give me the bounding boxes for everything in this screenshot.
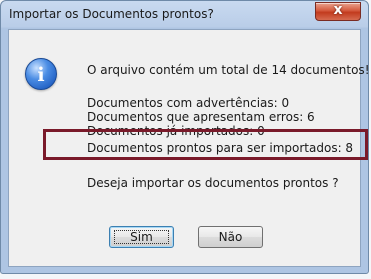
information-icon: i [25, 58, 57, 90]
yes-button-label: Sim [130, 230, 153, 244]
warnings-line: Documentos com advertências: 0 [87, 96, 290, 110]
information-glyph: i [37, 64, 45, 86]
question-text: Deseja importar os documentos prontos ? [87, 176, 339, 190]
window-title: Importar os Documentos prontos? [9, 7, 214, 21]
close-button[interactable]: x [315, 2, 361, 21]
title-bar[interactable]: Importar os Documentos prontos? x [1, 1, 368, 29]
errors-line: Documentos que apresentam erros: 6 [87, 110, 315, 124]
close-icon: x [333, 2, 343, 18]
no-button-label: Não [218, 230, 243, 244]
highlight-annotation [43, 129, 368, 160]
total-message: O arquivo contém um total de 14 document… [87, 63, 369, 77]
no-button[interactable]: Não [198, 226, 263, 248]
yes-button[interactable]: Sim [109, 226, 174, 248]
